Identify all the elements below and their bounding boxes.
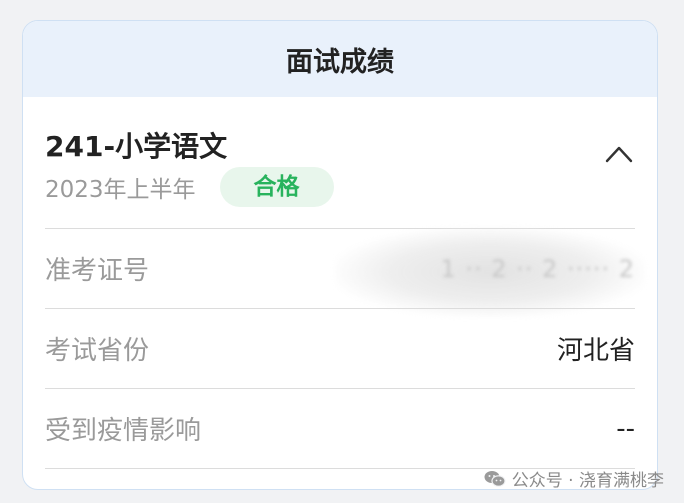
chevron-up-icon[interactable]: [605, 145, 633, 163]
subject-title: 241-小学语文: [45, 130, 228, 163]
exam-province-label: 考试省份: [45, 336, 150, 366]
watermark: 公众号 · 浇育满桃李: [484, 466, 664, 491]
exam-province-value: 河北省: [556, 336, 635, 366]
row-exam-province: 考试省份 河北省: [45, 308, 635, 388]
admission-number-value-redacted: 1 ·· 2 ·· 2 ····· 2: [335, 226, 645, 317]
row-admission-number: 准考证号 1 ·· 2 ·· 2 ····· 2: [45, 226, 645, 317]
status-badge: 合格: [219, 167, 334, 207]
exam-term: 2023年上半年: [45, 177, 196, 203]
interview-score-card: 面试成绩 241-小学语文 2023年上半年 合格 准考证号 1 ·· 2 ··…: [22, 20, 658, 490]
epidemic-impact-value: --: [616, 413, 635, 444]
epidemic-impact-label: 受到疫情影响: [45, 416, 202, 446]
wechat-icon: [484, 470, 506, 487]
score-summary[interactable]: 241-小学语文 2023年上半年 合格: [23, 97, 657, 228]
card-title: 面试成绩: [23, 21, 657, 97]
watermark-text: 公众号 · 浇育满桃李: [511, 471, 664, 491]
row-epidemic-impact: 受到疫情影响 --: [45, 388, 635, 469]
admission-number-label: 准考证号: [45, 256, 150, 286]
admission-number-value: 1 ·· 2 ·· 2 ····· 2: [440, 254, 635, 283]
term-row: 2023年上半年 合格: [45, 167, 334, 207]
